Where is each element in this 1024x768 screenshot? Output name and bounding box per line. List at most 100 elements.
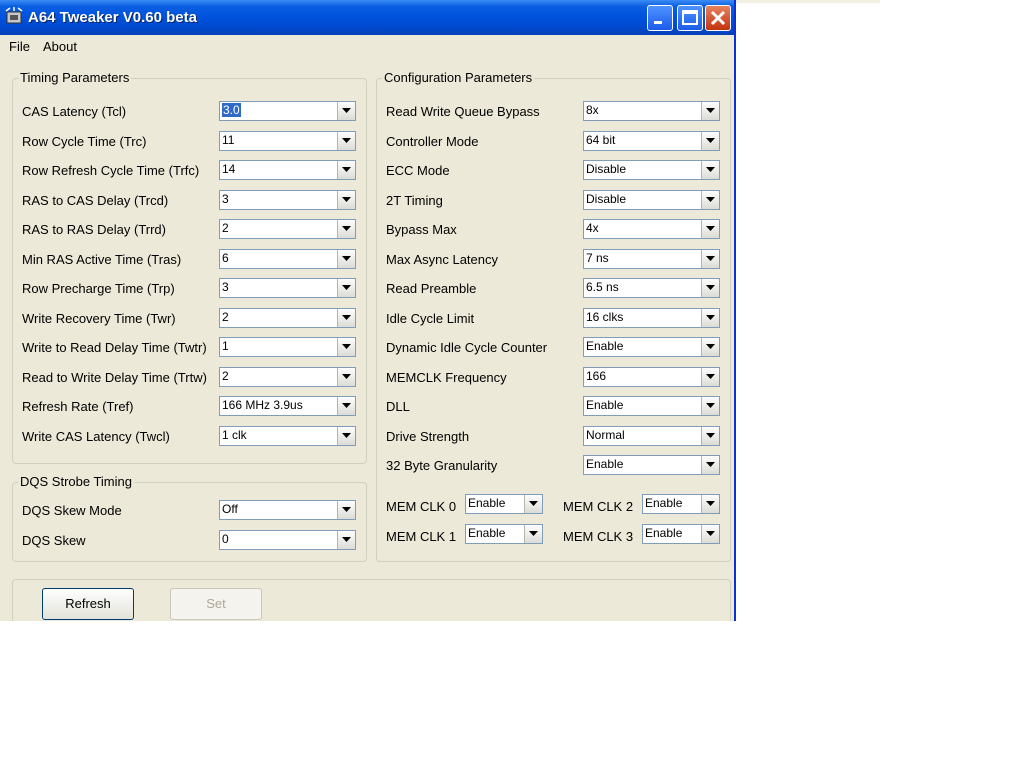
ecc-mode-dropdown-button[interactable] [701,161,719,179]
mem-clk-0-dropdown-button[interactable] [524,495,542,513]
app-icon [5,7,23,24]
idle-cycle-limit-select[interactable]: 16 clks [583,307,720,328]
row-precharge-time-trp-select[interactable]: 3 [219,278,356,298]
dll-dropdown-button[interactable] [701,397,719,415]
read-to-write-delay-time-trtw-select[interactable]: 2 [219,366,356,387]
chevron-down-icon [342,314,351,320]
ras-to-ras-delay-trrd-select[interactable]: 2 [219,219,356,239]
chevron-down-icon [706,344,715,349]
menu-about[interactable]: About [43,39,77,54]
cas-latency-tcl-select[interactable]: 3.0 [219,101,356,121]
chevron-down-icon [342,537,351,542]
row-cycle-time-trc-dropdown-button[interactable] [337,131,355,150]
mem-clk-2-select[interactable]: Enable [642,494,720,514]
drive-strength-select[interactable]: Normal [583,425,720,446]
refresh-button[interactable]: Refresh [42,588,134,620]
drive-strength-dropdown-button[interactable] [701,426,719,445]
write-recovery-time-twr-select[interactable]: 2 [219,307,356,328]
write-to-read-delay-time-twtr-dropdown-button[interactable] [337,338,355,356]
ecc-mode-select[interactable]: Disable [583,160,720,180]
controller-mode-select[interactable]: 64 bit [583,130,720,151]
dynamic-idle-cycle-counter-select[interactable]: Enable [583,337,720,357]
write-recovery-time-twr-dropdown-button[interactable] [337,308,355,327]
chevron-down-icon [342,285,351,290]
cas-latency-tcl-dropdown-button[interactable] [337,102,355,120]
dqs-skew-mode-dropdown-button[interactable] [337,501,355,519]
mem-clk-2-dropdown-button[interactable] [701,495,719,513]
2t-timing-dropdown-button[interactable] [701,190,719,209]
memclk-frequency-select[interactable]: 166 [583,366,720,387]
ras-to-cas-delay-trcd-dropdown-button[interactable] [337,190,355,209]
max-async-latency-dropdown-button[interactable] [701,249,719,268]
mem-clk-3-dropdown-button[interactable] [701,525,719,543]
dynamic-idle-cycle-counter-value: Enable [586,339,624,353]
dqs-skew-dropdown-button[interactable] [337,531,355,549]
write-to-read-delay-time-twtr-select[interactable]: 1 [219,337,356,357]
2t-timing-select[interactable]: Disable [583,189,720,210]
ras-to-ras-delay-trrd-value: 2 [222,221,229,235]
chevron-down-icon [529,531,538,536]
ras-to-ras-delay-trrd-label: RAS to RAS Delay (Trrd) [22,222,166,237]
refresh-rate-tref-dropdown-button[interactable] [337,397,355,415]
refresh-rate-tref-label: Refresh Rate (Tref) [22,399,134,414]
row-cycle-time-trc-select[interactable]: 11 [219,130,356,151]
menu-file[interactable]: File [9,39,30,54]
dqs-skew-mode-select[interactable]: Off [219,500,356,520]
2t-timing-label: 2T Timing [386,192,443,208]
row-refresh-cycle-time-trfc-label: Row Refresh Cycle Time (Trfc) [22,163,200,178]
chevron-down-icon [706,501,715,506]
row-refresh-cycle-time-trfc-dropdown-button[interactable] [337,161,355,179]
maximize-button[interactable] [677,5,703,31]
refresh-rate-tref-select[interactable]: 166 MHz 3.9us [219,396,356,416]
mem-clk-3-label: MEM CLK 3 [563,529,634,544]
bypass-max-dropdown-button[interactable] [701,220,719,238]
dll-select[interactable]: Enable [583,396,720,416]
write-cas-latency-twcl-select[interactable]: 1 clk [219,425,356,446]
mem-clk-3-select[interactable]: Enable [642,524,720,544]
minimize-button[interactable] [647,5,673,31]
read-preamble-select[interactable]: 6.5 ns [583,278,720,298]
memclk-frequency-dropdown-button[interactable] [701,367,719,386]
chevron-down-icon [706,108,715,113]
chevron-down-icon [706,403,715,408]
read-preamble-dropdown-button[interactable] [701,279,719,297]
read-to-write-delay-time-trtw-dropdown-button[interactable] [337,367,355,386]
read-preamble-label: Read Preamble [386,281,477,296]
ras-to-ras-delay-trrd-dropdown-button[interactable] [337,220,355,238]
read-write-queue-bypass-label: Read Write Queue Bypass [386,104,540,119]
dqs-skew-value: 0 [222,532,229,546]
dqs-skew-select[interactable]: 0 [219,530,356,550]
ecc-mode-label: ECC Mode [386,163,450,178]
memclk-frequency-label: MEMCLK Frequency [386,369,507,385]
bypass-max-select[interactable]: 4x [583,219,720,239]
read-write-queue-bypass-dropdown-button[interactable] [701,102,719,120]
max-async-latency-label: Max Async Latency [386,251,498,267]
close-button[interactable] [705,5,731,31]
row-refresh-cycle-time-trfc-select[interactable]: 14 [219,160,356,180]
mem-clk-1-select[interactable]: Enable [465,524,543,544]
ras-to-cas-delay-trcd-select[interactable]: 3 [219,189,356,210]
mem-clk-3-value: Enable [645,526,683,540]
max-async-latency-select[interactable]: 7 ns [583,248,720,269]
32-byte-granularity-dropdown-button[interactable] [701,456,719,474]
ras-to-cas-delay-trcd-value: 3 [222,191,229,206]
title-bar[interactable]: A64 Tweaker V0.60 beta [0,0,734,35]
write-cas-latency-twcl-dropdown-button[interactable] [337,426,355,445]
row-precharge-time-trp-dropdown-button[interactable] [337,279,355,297]
mem-clk-1-dropdown-button[interactable] [524,525,542,543]
ras-to-cas-delay-trcd-label: RAS to CAS Delay (Trcd) [22,192,169,208]
mem-clk-0-select[interactable]: Enable [465,494,543,514]
dqs-skew-mode-value: Off [222,502,238,516]
row-precharge-time-trp-value: 3 [222,280,229,294]
read-write-queue-bypass-select[interactable]: 8x [583,101,720,121]
min-ras-active-time-tras-select[interactable]: 6 [219,248,356,269]
dynamic-idle-cycle-counter-dropdown-button[interactable] [701,338,719,356]
idle-cycle-limit-value: 16 clks [586,309,624,324]
32-byte-granularity-select[interactable]: Enable [583,455,720,475]
set-button[interactable]: Set [170,588,262,620]
idle-cycle-limit-dropdown-button[interactable] [701,308,719,327]
controller-mode-dropdown-button[interactable] [701,131,719,150]
chevron-down-icon [706,285,715,290]
chevron-down-icon [342,344,351,349]
min-ras-active-time-tras-dropdown-button[interactable] [337,249,355,268]
